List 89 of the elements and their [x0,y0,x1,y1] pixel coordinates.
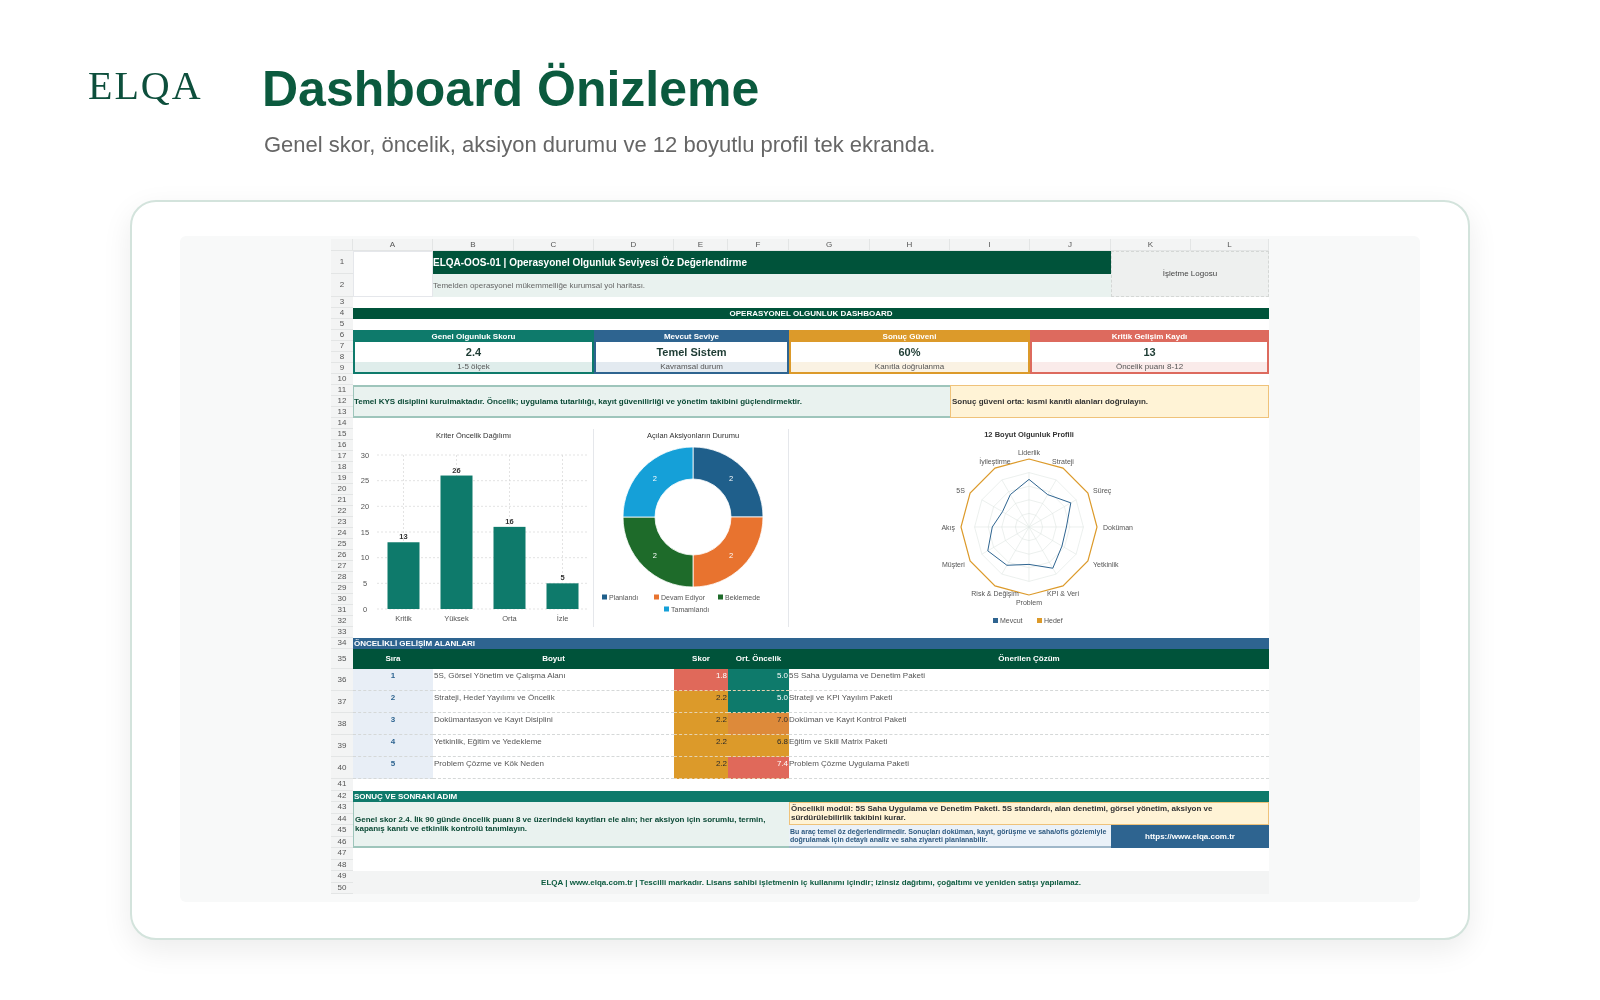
rank-cell: 4 [353,735,433,757]
column-heading: Skor [674,649,728,669]
kpi-label: Kritik Gelişim Kaydı [1032,332,1267,342]
score-cell: 2.2 [674,735,728,757]
row-header[interactable]: 2 [331,274,353,297]
priority-cell: 6.8 [728,735,789,757]
kpi-label: Mevcut Seviye [596,332,787,342]
column-header[interactable]: D [594,239,674,251]
row-header[interactable]: 37 [331,691,353,713]
kpi-value: 2.4 [464,344,483,360]
rank-cell: 1 [353,669,433,691]
priority-cell: 5.0 [728,669,789,691]
kpi-note: 1-5 ölçek [355,362,592,372]
column-header[interactable]: I [950,239,1030,251]
row-header[interactable]: 39 [331,735,353,757]
column-header[interactable]: C [514,239,594,251]
sheet-title: ELQA-OOS-01 | Operasyonel Olgunluk Seviyesi Öz Değerlendirme [433,251,1111,274]
row-header[interactable]: 38 [331,713,353,735]
column-header[interactable]: J [1030,239,1111,251]
row-header[interactable]: 14 [331,418,353,429]
row-header[interactable]: 10 [331,374,353,385]
website-link[interactable]: https://www.elqa.com.tr [1111,825,1269,848]
row-header[interactable]: 35 [331,649,353,669]
kpi-value: 60% [897,344,922,360]
row-header[interactable]: 43 [331,802,353,814]
row-header[interactable]: 41 [331,779,353,791]
row-header[interactable]: 5 [331,319,353,330]
rank-cell: 2 [353,691,433,713]
column-header[interactable]: K [1111,239,1191,251]
column-heading: Sıra [353,649,433,669]
score-cell: 1.8 [674,669,728,691]
kpi-note: Öncelik puanı 8-12 [1032,362,1267,372]
column-header[interactable]: H [870,239,950,251]
sheet-subtitle: Temelden operasyonel mükemmelliğe kurumsal yol haritası. [433,274,1111,297]
column-header[interactable]: E [674,239,728,251]
row-header[interactable]: 6 [331,330,353,341]
priority-cell: 7.4 [728,757,789,779]
rank-cell: 5 [353,757,433,779]
brand-logo: ELQA [88,62,204,106]
donut-slice [622,516,694,588]
donut-slice [692,516,764,588]
column-heading: Önerilen Çözüm [789,649,1269,669]
confidence-note: Sonuç güveni orta: kısmi kanıtlı alanları doğrulayın. [950,385,1269,418]
kpi-label: Sonuç Güveni [791,332,1028,342]
kpi-note: Kanıtla doğrulanma [791,362,1028,372]
row-header[interactable]: 3 [331,297,353,308]
row-header[interactable]: 36 [331,669,353,691]
page-title: Dashboard Önizleme [262,64,761,114]
kpi-value: 13 [1142,344,1157,360]
kpi-label: Genel Olgunluk Skoru [355,332,592,342]
module-note: Öncelikli modül: 5S Saha Uygulama ve Denetim Paketi. 5S standardı, alan denetimi, görsel yönetim, aksiyon ve sürdürülebilirlik takibini kurar. [789,802,1269,825]
score-cell: 2.2 [674,757,728,779]
row-header[interactable]: 7 [331,341,353,352]
footer-note: ELQA | www.elqa.com.tr | Tescilli markadır. Lisans sahibi işletmenin iç kullanımı içindir; izinsiz dağıtımı, çoğaltımı ve yeniden satışı yapılamaz. [353,871,1269,894]
column-heading: Boyut [433,649,674,669]
page-subtitle: Genel skor, öncelik, aksiyon durumu ve 12 boyutlu profil tek ekranda. [264,131,936,159]
rank-cell: 3 [353,713,433,735]
table-cell: Strateji, Hedef Yayılımı ve Öncelik [433,691,674,713]
column-header[interactable]: G [789,239,870,251]
bar [546,583,579,609]
donut-slice [622,446,694,518]
donut-slice [692,446,764,518]
row-header[interactable]: 47 [331,848,353,860]
column-header[interactable]: B [433,239,514,251]
section-heading: SONUÇ VE SONRAKİ ADIM [353,790,1269,802]
row-header[interactable]: 1 [331,251,353,274]
row-header[interactable]: 45 [331,825,353,837]
row-header[interactable]: 8 [331,352,353,363]
row-header[interactable]: 49 [331,871,353,883]
column-header[interactable]: F [728,239,789,251]
column-heading: Ort. Öncelik [728,649,789,669]
kpi-note: Kavramsal durum [596,362,787,372]
priority-cell: 7.0 [728,713,789,735]
logo-field: İşletme Logosu [1111,251,1269,297]
row-header[interactable]: 9 [331,363,353,374]
score-cell: 2.2 [674,691,728,713]
score-cell: 2.2 [674,713,728,735]
corner-cell [331,239,353,251]
row-header[interactable]: 4 [331,308,353,319]
column-header[interactable]: L [1191,239,1269,251]
row-header[interactable]: 40 [331,757,353,779]
bar [387,542,420,609]
section-heading: ÖNCELİKLİ GELİŞİM ALANLARI [353,638,1269,649]
next-step-note: Genel skor 2.4. İlk 90 günde öncelik puanı 8 ve üzerindeki kayıtları ele alın; her aksiyon için sorumlu, termin, kapanış kanıtı ve etkinlik kontrolü tanımlayın. [353,802,789,848]
priority-cell: 5.0 [728,691,789,713]
dashboard-banner: OPERASYONEL OLGUNLUK DASHBOARD [353,308,1269,319]
summary-note: Temel KYS disiplini kurulmaktadır. Öncelik; uygulama tutarlılığı, kayıt güvenilirliği ve yönetim takibini güçlendirmektir. [353,385,950,418]
column-header[interactable]: A [353,239,433,251]
kpi-value: Temel Sistem [655,344,728,360]
